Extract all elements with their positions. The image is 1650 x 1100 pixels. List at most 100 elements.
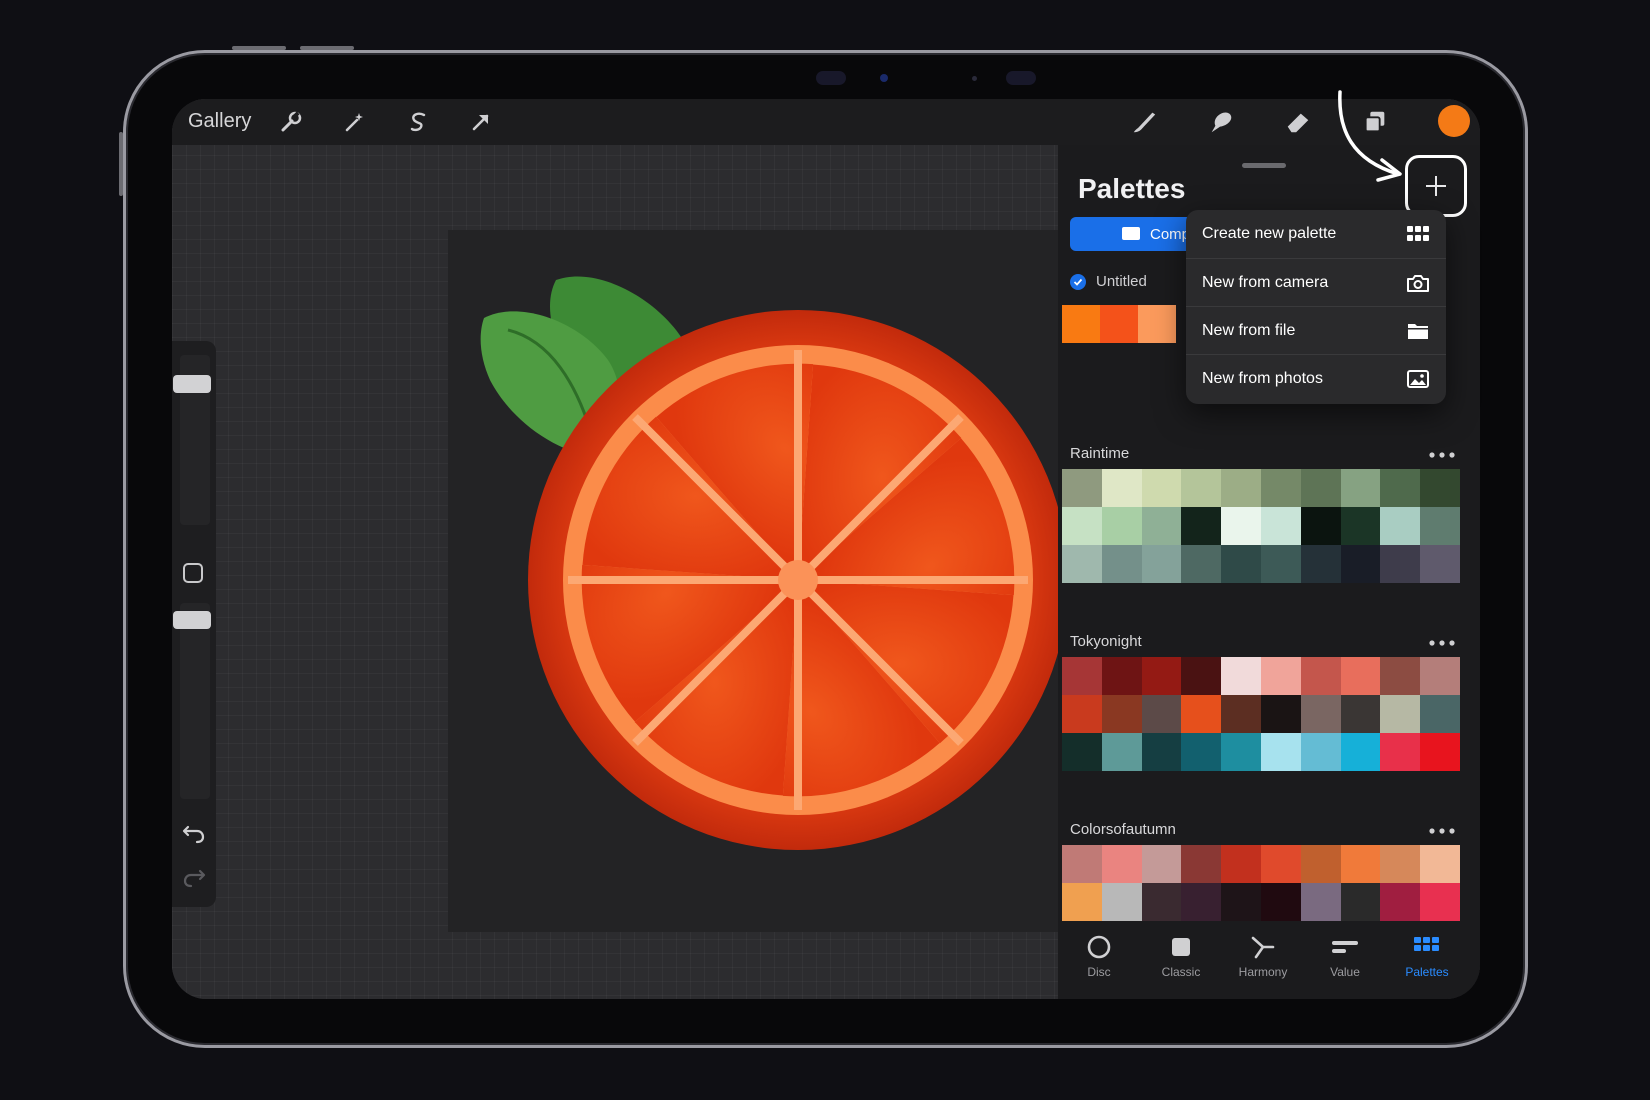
color-swatch[interactable] [1380, 507, 1421, 545]
color-swatch[interactable] [1141, 845, 1182, 883]
color-swatch[interactable] [1181, 545, 1222, 583]
color-swatch[interactable] [1062, 507, 1102, 545]
color-swatch[interactable] [1340, 883, 1381, 921]
color-swatch[interactable] [1181, 695, 1222, 733]
color-swatch[interactable] [1062, 883, 1102, 921]
color-swatch[interactable] [1340, 545, 1381, 583]
tab-value[interactable]: Value [1304, 933, 1386, 979]
color-swatch[interactable] [1380, 545, 1421, 583]
color-swatch[interactable] [1300, 695, 1341, 733]
color-swatch[interactable] [1300, 657, 1341, 695]
transform-arrow-icon[interactable] [467, 108, 495, 136]
color-swatch[interactable] [1300, 883, 1341, 921]
color-swatch[interactable] [1340, 507, 1381, 545]
color-swatch[interactable] [1380, 845, 1421, 883]
menu-create-new-palette[interactable]: Create new palette [1186, 210, 1446, 258]
color-swatch[interactable] [1300, 733, 1341, 771]
undo-icon[interactable] [181, 821, 207, 845]
color-swatch[interactable] [1260, 545, 1301, 583]
color-swatch[interactable] [1062, 657, 1102, 695]
color-swatch[interactable] [1062, 845, 1102, 883]
color-swatch[interactable] [1062, 695, 1102, 733]
smudge-icon[interactable] [1207, 108, 1235, 136]
tab-disc[interactable]: Disc [1058, 933, 1140, 979]
brush-size-thumb[interactable] [173, 375, 211, 393]
color-swatch[interactable] [1181, 507, 1222, 545]
menu-new-from-file[interactable]: New from file [1186, 306, 1446, 354]
color-swatch[interactable] [1101, 845, 1142, 883]
color-swatch[interactable] [1101, 657, 1142, 695]
color-swatch[interactable] [1260, 883, 1301, 921]
color-swatch[interactable] [1340, 695, 1381, 733]
tab-palettes[interactable]: Palettes [1386, 933, 1468, 979]
color-swatch[interactable] [1300, 545, 1341, 583]
color-swatch[interactable] [1380, 695, 1421, 733]
selection-icon[interactable] [404, 108, 432, 136]
redo-icon[interactable] [181, 865, 207, 889]
color-swatch[interactable] [1181, 845, 1222, 883]
color-swatch[interactable] [1100, 305, 1138, 343]
color-swatch[interactable] [1420, 695, 1460, 733]
menu-new-from-camera[interactable]: New from camera [1186, 258, 1446, 306]
color-swatch[interactable] [1221, 695, 1261, 733]
color-swatch[interactable] [1101, 733, 1142, 771]
color-swatch[interactable] [1138, 305, 1176, 343]
color-swatch[interactable] [1260, 657, 1301, 695]
color-swatch[interactable] [1181, 657, 1222, 695]
add-palette-button[interactable] [1405, 155, 1467, 217]
color-swatch[interactable] [1101, 695, 1142, 733]
opacity-slider[interactable] [173, 603, 211, 799]
color-swatch[interactable] [1420, 845, 1460, 883]
more-options-icon[interactable] [1428, 639, 1456, 647]
color-swatch[interactable] [1340, 657, 1381, 695]
color-swatch[interactable] [1420, 507, 1460, 545]
menu-new-from-photos[interactable]: New from photos [1186, 354, 1446, 402]
color-swatch[interactable] [1420, 657, 1460, 695]
wrench-icon[interactable] [277, 108, 305, 136]
color-swatch[interactable] [1141, 883, 1182, 921]
color-swatch[interactable] [1420, 469, 1460, 507]
brush-icon[interactable] [1130, 108, 1158, 136]
color-swatch[interactable] [1380, 733, 1421, 771]
color-swatch[interactable] [1260, 845, 1301, 883]
color-swatch[interactable] [1062, 305, 1100, 343]
color-swatch[interactable] [1420, 883, 1460, 921]
color-swatch[interactable] [1141, 507, 1182, 545]
color-swatch[interactable] [1380, 469, 1421, 507]
color-swatch[interactable] [1181, 883, 1222, 921]
color-swatch[interactable] [1300, 507, 1341, 545]
color-swatch[interactable] [1380, 657, 1421, 695]
more-options-icon[interactable] [1428, 827, 1456, 835]
color-swatch[interactable] [1340, 845, 1381, 883]
color-swatch[interactable] [1141, 695, 1182, 733]
default-palette-label[interactable]: Untitled [1070, 273, 1147, 290]
color-swatch[interactable] [1300, 469, 1341, 507]
color-swatch[interactable] [1420, 733, 1460, 771]
color-swatch[interactable] [1260, 733, 1301, 771]
color-swatch[interactable] [1141, 469, 1182, 507]
color-swatch[interactable] [1062, 545, 1102, 583]
tab-harmony[interactable]: Harmony [1222, 933, 1304, 979]
gallery-button[interactable]: Gallery [188, 110, 251, 133]
color-swatch[interactable] [1141, 545, 1182, 583]
opacity-thumb[interactable] [173, 611, 211, 629]
color-swatch[interactable] [1101, 883, 1142, 921]
color-swatch[interactable] [1221, 507, 1261, 545]
color-swatch[interactable] [1300, 845, 1341, 883]
color-swatch[interactable] [1221, 657, 1261, 695]
color-swatch[interactable] [1221, 845, 1261, 883]
color-swatch[interactable] [1380, 883, 1421, 921]
panel-drag-handle[interactable] [1242, 163, 1286, 168]
more-options-icon[interactable] [1428, 451, 1456, 459]
drawing-canvas[interactable] [448, 230, 1058, 932]
color-swatch[interactable] [1141, 733, 1182, 771]
color-swatch[interactable] [1260, 695, 1301, 733]
eraser-icon[interactable] [1284, 108, 1312, 136]
color-swatch[interactable] [1420, 545, 1460, 583]
color-swatch[interactable] [1260, 469, 1301, 507]
color-swatch[interactable] [1340, 469, 1381, 507]
brush-size-slider[interactable] [173, 355, 211, 525]
tab-classic[interactable]: Classic [1140, 933, 1222, 979]
current-color-swatch[interactable] [1438, 105, 1470, 137]
magic-wand-icon[interactable] [340, 108, 368, 136]
